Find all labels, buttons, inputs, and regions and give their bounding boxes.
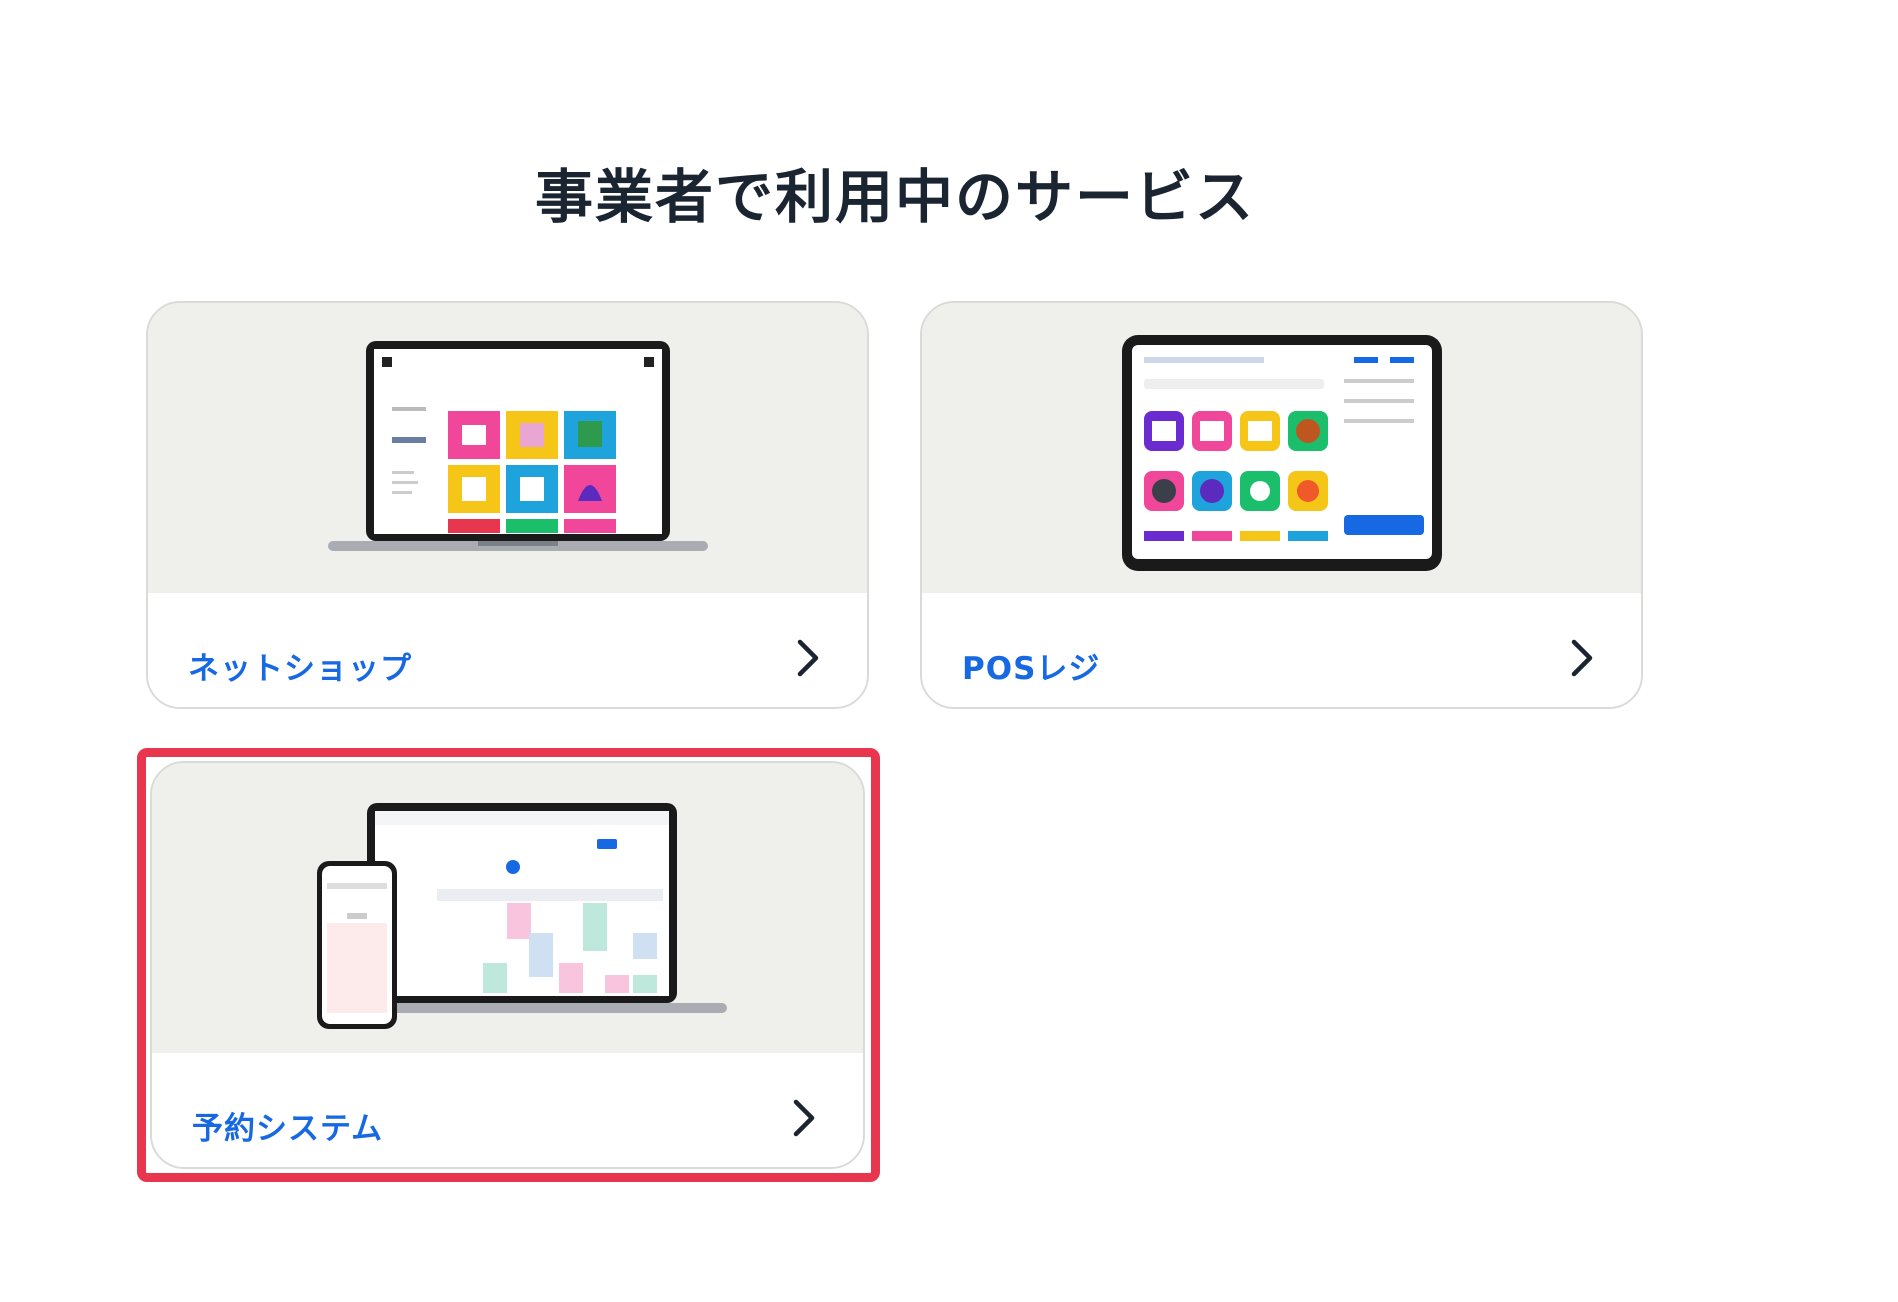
service-card-reservation[interactable]: 予約システム: [150, 761, 865, 1169]
tablet-illustration: [1122, 335, 1442, 571]
service-label: 予約システム: [192, 1111, 384, 1147]
pos-illustration: [922, 303, 1641, 593]
net-shop-illustration: [148, 303, 867, 593]
chevron-right-icon: [793, 1099, 815, 1137]
service-label: POSレジ: [962, 651, 1101, 687]
service-card-net-shop[interactable]: ネットショップ: [146, 301, 869, 709]
laptop-illustration: [328, 341, 708, 551]
service-label: ネットショップ: [188, 651, 412, 687]
service-card-pos[interactable]: POSレジ: [920, 301, 1643, 709]
chevron-right-icon: [1571, 639, 1593, 677]
laptop-phone-illustration: [317, 803, 727, 1029]
chevron-right-icon: [797, 639, 819, 677]
page-title: 事業者で利用中のサービス: [534, 163, 1255, 231]
reservation-illustration: [152, 763, 863, 1053]
